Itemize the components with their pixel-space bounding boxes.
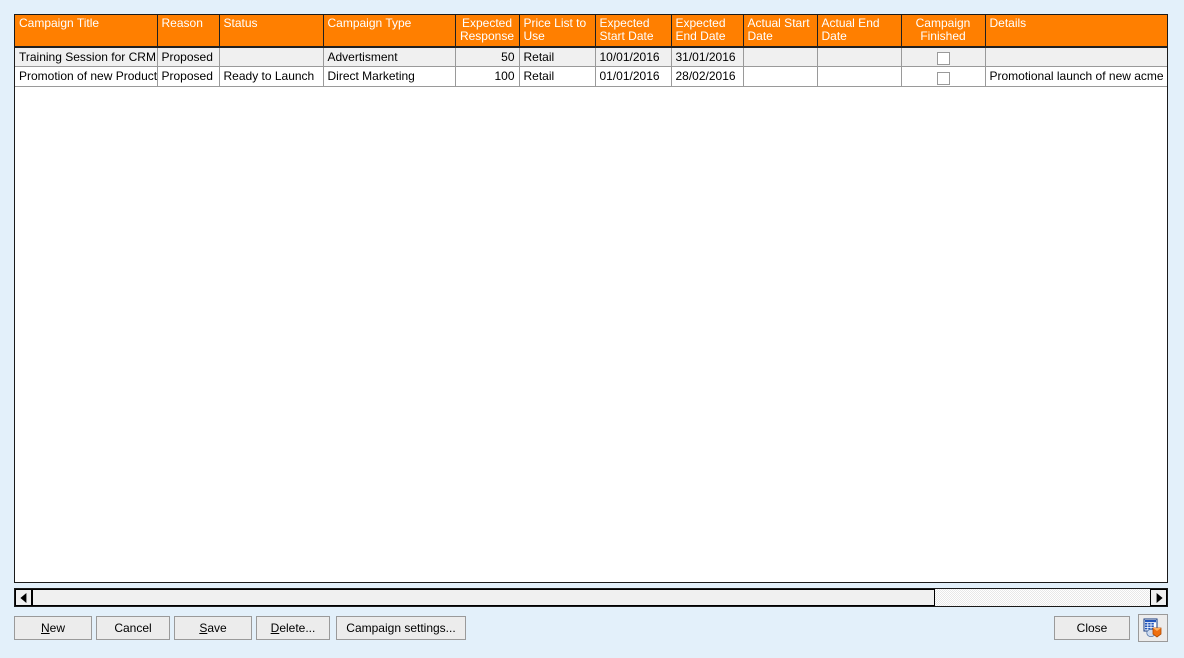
- cell-reason[interactable]: Proposed: [157, 66, 220, 87]
- accelerator-letter: N: [40, 621, 50, 635]
- column-header-campaign_title[interactable]: Campaign Title: [15, 15, 158, 48]
- column-header-details[interactable]: Details: [985, 15, 1167, 48]
- cancel-button[interactable]: Cancel: [96, 616, 170, 640]
- cell-campaign_title[interactable]: Promotion of new Product: [15, 66, 158, 87]
- cell-details[interactable]: [985, 47, 1167, 68]
- campaign-finished-checkbox[interactable]: [936, 52, 950, 66]
- column-header-expected_start[interactable]: Expected Start Date: [595, 15, 672, 48]
- close-button[interactable]: Close: [1054, 616, 1130, 640]
- scroll-left-arrow-button[interactable]: [15, 589, 32, 606]
- cell-expected_end[interactable]: 28/02/2016: [671, 66, 744, 87]
- cell-reason[interactable]: Proposed: [157, 47, 220, 68]
- delete-button[interactable]: Delete...: [256, 616, 330, 640]
- accelerator-letter: S: [199, 621, 208, 635]
- table-header-row: Campaign Title Reason Status Campaign Type E…: [15, 15, 1167, 48]
- report-datasheet-icon: [1143, 618, 1162, 638]
- cell-actual_end[interactable]: [817, 66, 902, 87]
- cell-campaign_title[interactable]: Training Session for CRM: [15, 47, 158, 68]
- scrollbar-track[interactable]: [32, 589, 1150, 606]
- table-row[interactable]: Promotion of new Product Proposed Ready to…: [15, 66, 1167, 87]
- cell-expected_end[interactable]: 31/01/2016: [671, 47, 744, 68]
- cell-campaign_finished[interactable]: [901, 47, 986, 68]
- button-bar: New Cancel Save Delete... Campaign setti…: [0, 612, 1184, 658]
- column-header-reason[interactable]: Reason: [157, 15, 220, 48]
- cell-expected_start[interactable]: 01/01/2016: [595, 66, 672, 87]
- report-datasheet-button[interactable]: [1138, 614, 1168, 642]
- cell-actual_end[interactable]: [817, 47, 902, 68]
- column-header-campaign_finished[interactable]: Campaign Finished: [901, 15, 986, 48]
- campaign-grid-panel[interactable]: Campaign Title Reason Status Campaign Type E…: [14, 14, 1168, 583]
- new-button[interactable]: New: [14, 616, 92, 640]
- cell-expected_start[interactable]: 10/01/2016: [595, 47, 672, 68]
- cell-actual_start[interactable]: [743, 47, 818, 68]
- table-row[interactable]: Training Session for CRM Proposed Advertis…: [15, 47, 1167, 68]
- campaign-table: Campaign Title Reason Status Campaign Type E…: [15, 15, 1167, 87]
- cell-campaign_type[interactable]: Direct Marketing: [323, 66, 456, 87]
- campaign-settings-button[interactable]: Campaign settings...: [336, 616, 466, 640]
- horizontal-scrollbar[interactable]: [14, 588, 1168, 607]
- accelerator-letter: D: [270, 621, 280, 635]
- column-header-expected_end[interactable]: Expected End Date: [671, 15, 744, 48]
- cell-expected_response[interactable]: 100: [455, 66, 520, 87]
- grid-empty-area[interactable]: [15, 86, 1167, 582]
- triangle-left-icon: [19, 592, 26, 603]
- column-header-campaign_type[interactable]: Campaign Type: [323, 15, 456, 48]
- cell-details[interactable]: Promotional launch of new acme: [985, 66, 1167, 87]
- column-header-price_list_to_use[interactable]: Price List to Use: [519, 15, 596, 48]
- column-header-actual_end[interactable]: Actual End Date: [817, 15, 902, 48]
- cell-campaign_finished[interactable]: [901, 66, 986, 87]
- campaign-finished-checkbox[interactable]: [936, 71, 950, 85]
- scrollbar-thumb[interactable]: [32, 589, 935, 606]
- cell-status[interactable]: Ready to Launch: [219, 66, 324, 87]
- scroll-right-arrow-button[interactable]: [1150, 589, 1167, 606]
- triangle-right-icon: [1156, 592, 1163, 603]
- column-header-expected_response[interactable]: Expected Response: [455, 15, 520, 48]
- cell-price_list_to_use[interactable]: Retail: [519, 66, 596, 87]
- table-body[interactable]: Training Session for CRM Proposed Advertis…: [15, 47, 1167, 87]
- cell-expected_response[interactable]: 50: [455, 47, 520, 68]
- cell-status[interactable]: [219, 47, 324, 68]
- cell-price_list_to_use[interactable]: Retail: [519, 47, 596, 68]
- cell-campaign_type[interactable]: Advertisment: [323, 47, 456, 68]
- column-header-actual_start[interactable]: Actual Start Date: [743, 15, 818, 48]
- column-header-status[interactable]: Status: [219, 15, 324, 48]
- save-button[interactable]: Save: [174, 616, 252, 640]
- cell-actual_start[interactable]: [743, 66, 818, 87]
